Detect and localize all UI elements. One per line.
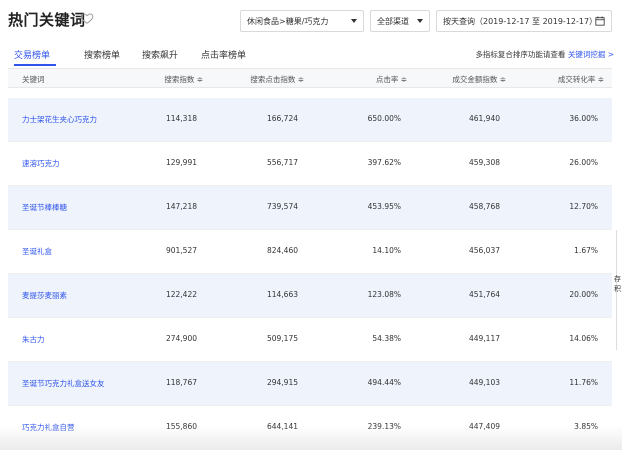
keyword-mining-link[interactable]: 关键词挖掘 > <box>568 50 614 59</box>
tab-ctr-ranking[interactable]: 点击率榜单 <box>201 48 246 61</box>
column-header-click-index[interactable]: 搜索点击指数 ≑ <box>250 74 304 85</box>
table-spacer <box>8 88 612 98</box>
click-index-cell: 824,460 <box>266 246 298 255</box>
ranking-tabs: 交易榜单 搜索榜单 搜索飙升 点击率榜单 多指标复合排序功能请查看 关键词挖掘 … <box>0 44 622 68</box>
table-row: 圣诞节棒棒糖 147,218 739,574 453.95% 458,768 1… <box>8 186 612 230</box>
ctr-cell: 650.00% <box>367 114 401 123</box>
table-row: 朱古力 274,900 509,175 54.38% 449,117 14.06… <box>8 318 612 362</box>
page-title: 热门关键词 <box>8 11 86 29</box>
click-index-cell: 114,663 <box>266 290 298 299</box>
search-index-cell: 122,422 <box>165 290 197 299</box>
cvr-cell: 14.06% <box>569 334 598 343</box>
column-header-keyword: 关键词 <box>22 75 45 84</box>
column-header-search-index[interactable]: 搜索指数 ≑ <box>164 74 203 85</box>
active-tab-indicator <box>14 64 56 66</box>
category-select[interactable]: 休闲食品>糖果/巧克力 <box>240 10 364 32</box>
side-panel-char: 积 <box>614 285 621 293</box>
channel-select-value: 全部渠道 <box>377 16 409 26</box>
cvr-cell: 11.76% <box>569 378 598 387</box>
keyword-link[interactable]: 速溶巧克力 <box>22 158 60 169</box>
click-index-cell: 556,717 <box>266 158 298 167</box>
sort-hint-text: 多指标复合排序功能请查看 <box>475 50 566 59</box>
column-header-gmv-index[interactable]: 成交金额指数 ≑ <box>452 74 506 85</box>
search-index-cell: 274,900 <box>165 334 197 343</box>
keyword-link[interactable]: 圣诞礼盒 <box>22 246 52 257</box>
cvr-cell: 1.67% <box>574 246 598 255</box>
keyword-link[interactable]: 圣诞节棒棒糖 <box>22 202 67 213</box>
keyword-link[interactable]: 麦提莎麦丽素 <box>22 290 67 301</box>
cvr-cell: 36.00% <box>569 114 598 123</box>
click-index-cell: 509,175 <box>266 334 298 343</box>
column-header-ctr[interactable]: 点击率 ≑ <box>376 74 407 85</box>
cvr-cell: 12.70% <box>569 202 598 211</box>
keyword-table: 关键词 搜索指数 ≑ 搜索点击指数 ≑ 点击率 ≑ 成交金额指数 ≑ 成交转化率… <box>8 68 612 450</box>
page-header: 热门关键词 休闲食品>糖果/巧克力 全部渠道 按天查询（2019-12-17 至… <box>0 0 622 40</box>
keyword-link[interactable]: 朱古力 <box>22 334 45 345</box>
cvr-cell: 20.00% <box>569 290 598 299</box>
click-index-cell: 294,915 <box>266 378 298 387</box>
heart-icon[interactable] <box>80 11 94 25</box>
chevron-down-icon <box>417 19 423 23</box>
date-range-picker[interactable]: 按天查询（2019-12-17 至 2019-12-17） <box>436 10 612 32</box>
chevron-down-icon <box>351 19 357 23</box>
ctr-cell: 397.62% <box>367 158 401 167</box>
keyword-link[interactable]: 圣诞节巧克力礼盒送女友 <box>22 378 105 389</box>
table-row: 速溶巧克力 129,991 556,717 397.62% 459,308 26… <box>8 142 612 186</box>
category-select-value: 休闲食品>糖果/巧克力 <box>247 16 329 26</box>
ctr-cell: 54.38% <box>372 334 401 343</box>
table-header: 关键词 搜索指数 ≑ 搜索点击指数 ≑ 点击率 ≑ 成交金额指数 ≑ 成交转化率… <box>8 68 612 88</box>
click-index-cell: 739,574 <box>266 202 298 211</box>
channel-select[interactable]: 全部渠道 <box>370 10 430 32</box>
keyword-link[interactable]: 力士架花生夹心巧克力 <box>22 114 97 125</box>
gmv-index-cell: 461,940 <box>468 114 500 123</box>
gmv-index-cell: 458,768 <box>468 202 500 211</box>
ctr-cell: 453.95% <box>367 202 401 211</box>
table-row: 圣诞节巧克力礼盒送女友 118,767 294,915 494.44% 449,… <box>8 362 612 406</box>
search-index-cell: 129,991 <box>165 158 197 167</box>
ctr-cell: 123.08% <box>367 290 401 299</box>
sort-hint: 多指标复合排序功能请查看 关键词挖掘 > <box>475 49 614 60</box>
search-index-cell: 114,318 <box>165 114 197 123</box>
calendar-icon <box>595 16 605 26</box>
cvr-cell: 26.00% <box>569 158 598 167</box>
search-index-cell: 147,218 <box>165 202 197 211</box>
gmv-index-cell: 451,764 <box>468 290 500 299</box>
click-index-cell: 166,724 <box>266 114 298 123</box>
gmv-index-cell: 456,037 <box>468 246 500 255</box>
tab-search-ranking[interactable]: 搜索榜单 <box>84 48 120 61</box>
search-index-cell: 901,527 <box>165 246 197 255</box>
table-row: 圣诞礼盒 901,527 824,460 14.10% 456,037 1.67… <box>8 230 612 274</box>
tab-trade-ranking[interactable]: 交易榜单 <box>14 48 50 61</box>
ctr-cell: 14.10% <box>372 246 401 255</box>
side-panel-char: 存 <box>614 275 621 283</box>
table-body: 力士架花生夹心巧克力 114,318 166,724 650.00% 461,9… <box>8 98 612 450</box>
bottom-fade <box>0 426 622 450</box>
date-range-value: 按天查询（2019-12-17 至 2019-12-17） <box>443 16 598 26</box>
table-row: 麦提莎麦丽素 122,422 114,663 123.08% 451,764 2… <box>8 274 612 318</box>
tab-search-rising[interactable]: 搜索飙升 <box>142 48 178 61</box>
ctr-cell: 494.44% <box>367 378 401 387</box>
side-panel-edge: 存 积 <box>614 230 622 350</box>
gmv-index-cell: 449,117 <box>468 334 500 343</box>
gmv-index-cell: 449,103 <box>468 378 500 387</box>
column-header-cvr[interactable]: 成交转化率 ≑ <box>558 74 604 85</box>
table-row: 力士架花生夹心巧克力 114,318 166,724 650.00% 461,9… <box>8 98 612 142</box>
search-index-cell: 118,767 <box>165 378 197 387</box>
gmv-index-cell: 459,308 <box>468 158 500 167</box>
